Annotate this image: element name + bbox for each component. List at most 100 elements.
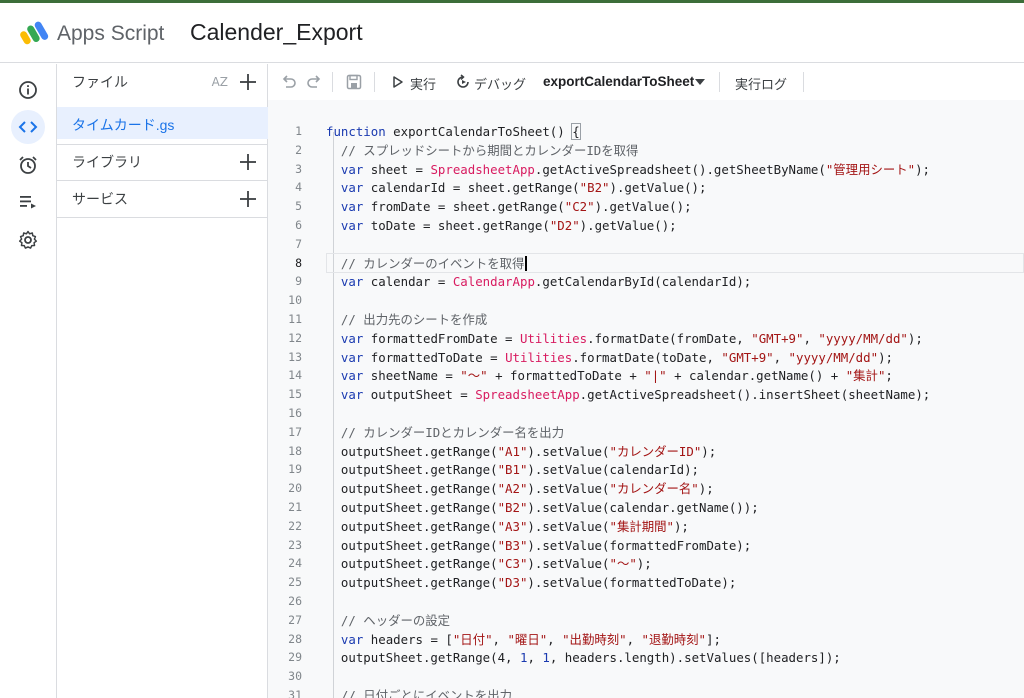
project-title[interactable]: Calender_Export <box>190 19 363 46</box>
code-line[interactable]: 20 outputSheet.getRange("A2").setValue("… <box>268 479 1024 498</box>
file-item-timecard[interactable]: タイムカード.gs <box>57 107 268 139</box>
code-line[interactable]: 11 // 出力先のシートを作成 <box>268 310 1024 329</box>
code-line[interactable]: 27 // ヘッダーの設定 <box>268 611 1024 630</box>
file-sidebar: ファイル AZ タイムカード.gs ライブラリ サービス <box>57 64 268 698</box>
toolbar-separator <box>719 72 720 92</box>
text-caret <box>525 255 527 271</box>
code-line[interactable]: 9 var calendar = CalendarApp.getCalendar… <box>268 272 1024 291</box>
sort-files-button[interactable]: AZ <box>212 75 228 89</box>
code-line[interactable]: 2 // スプレッドシートから期間とカレンダーIDを取得 <box>268 141 1024 160</box>
code-text: // 出力先のシートを作成 <box>340 312 488 327</box>
toolbar-separator <box>332 72 333 92</box>
code-line[interactable]: 18 outputSheet.getRange("A1").setValue("… <box>268 442 1024 461</box>
code-line[interactable]: 7 <box>268 235 1024 254</box>
code-line[interactable]: 22 outputSheet.getRange("A3").setValue("… <box>268 517 1024 536</box>
code-line[interactable]: 8 // カレンダーのイベントを取得 <box>268 254 1024 273</box>
code-line[interactable]: 16 <box>268 404 1024 423</box>
code-text: outputSheet.getRange("B3").setValue(form… <box>326 537 752 553</box>
code-text: outputSheet.getRange("D3").setValue(form… <box>326 575 737 591</box>
code-line[interactable]: 24 outputSheet.getRange("C3").setValue("… <box>268 554 1024 573</box>
add-library-icon[interactable] <box>238 152 258 172</box>
code-line[interactable]: 13 var formattedToDate = Utilities.forma… <box>268 348 1024 367</box>
save-icon[interactable] <box>345 73 363 91</box>
code-editor[interactable]: 1 function exportCalendarToSheet() {2 // … <box>268 100 1024 698</box>
editor-button[interactable] <box>11 110 45 144</box>
services-label: サービス <box>72 191 128 207</box>
code-text: var formattedToDate = Utilities.formatDa… <box>340 349 893 365</box>
code-text: outputSheet.getRange("B1").setValue(cale… <box>326 462 699 478</box>
line-number: 15 <box>288 387 302 402</box>
line-number: 18 <box>288 443 302 458</box>
chevron-down-icon[interactable] <box>695 78 705 86</box>
info-icon <box>19 81 37 99</box>
line-number: 3 <box>295 161 302 176</box>
code-line[interactable]: 28 var headers = ["日付", "曜日", "出勤時刻", "退… <box>268 630 1024 649</box>
app-name[interactable]: Apps Script <box>57 22 164 46</box>
line-number: 17 <box>288 424 302 439</box>
code-line[interactable]: 1 function exportCalendarToSheet() { <box>268 122 1024 141</box>
code-line[interactable]: 14 var sheetName = "〜" + formattedToDate… <box>268 366 1024 385</box>
code-line[interactable]: 26 <box>268 592 1024 611</box>
line-number: 25 <box>288 575 302 590</box>
code-text: var fromDate = sheet.getRange("C2").getV… <box>340 199 692 215</box>
undo-icon[interactable] <box>280 73 298 91</box>
line-number: 20 <box>288 481 302 496</box>
line-number: 8 <box>295 255 302 270</box>
code-line[interactable]: 21 outputSheet.getRange("B2").setValue(c… <box>268 498 1024 517</box>
line-number: 12 <box>288 330 302 345</box>
code-line[interactable]: 19 outputSheet.getRange("B1").setValue(c… <box>268 460 1024 479</box>
line-number: 21 <box>288 500 302 514</box>
function-selector[interactable]: exportCalendarToSheet <box>543 74 694 89</box>
files-label: ファイル <box>72 74 128 90</box>
code-text: outputSheet.getRange("C3").setValue("〜")… <box>326 556 652 572</box>
add-file-icon[interactable] <box>238 72 258 92</box>
run-button[interactable]: 実行 <box>410 74 436 93</box>
debug-button[interactable]: デバッグ <box>474 74 526 93</box>
redo-icon[interactable] <box>305 73 323 91</box>
code-line[interactable]: 25 outputSheet.getRange("D3").setValue(f… <box>268 573 1024 592</box>
add-service-icon[interactable] <box>238 189 258 209</box>
code-line[interactable]: 12 var formattedFromDate = Utilities.for… <box>268 329 1024 348</box>
code-text: // ヘッダーの設定 <box>340 612 451 628</box>
code-line[interactable]: 3 var sheet = SpreadsheetApp.getActiveSp… <box>268 160 1024 179</box>
code-line[interactable]: 10 <box>268 291 1024 310</box>
code-text: // カレンダーのイベントを取得 <box>340 255 525 271</box>
code-line[interactable]: 31 // 日付ごとにイベントを出力 <box>268 686 1024 698</box>
executions-button[interactable] <box>11 185 45 219</box>
run-list-icon <box>20 196 36 209</box>
line-number: 6 <box>295 218 302 232</box>
line-number: 2 <box>295 142 302 157</box>
divider <box>57 217 268 218</box>
code-line[interactable]: 23 outputSheet.getRange("B3").setValue(f… <box>268 536 1024 555</box>
play-icon[interactable] <box>392 73 404 91</box>
overview-button[interactable] <box>11 73 45 107</box>
line-number: 30 <box>288 669 302 684</box>
code-line[interactable]: 17 // カレンダーIDとカレンダー名を出力 <box>268 423 1024 442</box>
code-text: var calendar = CalendarApp.getCalendarBy… <box>340 274 752 290</box>
debug-icon[interactable] <box>454 73 472 91</box>
code-text: outputSheet.getRange("A3").setValue("集計期… <box>326 518 689 534</box>
execution-log-button[interactable]: 実行ログ <box>735 74 787 93</box>
code-line[interactable]: 4 var calendarId = sheet.getRange("B2").… <box>268 178 1024 197</box>
apps-script-logo-icon[interactable] <box>20 19 52 47</box>
code-text: outputSheet.getRange("B2").setValue(cale… <box>326 500 759 515</box>
code-text: var outputSheet = SpreadsheetApp.getActi… <box>340 387 931 403</box>
toolbar-separator <box>803 72 804 92</box>
settings-button[interactable] <box>11 223 45 257</box>
code-text: outputSheet.getRange(4, 1, 1, headers.le… <box>326 650 841 666</box>
line-number: 28 <box>288 631 302 646</box>
code-line[interactable]: 29 outputSheet.getRange(4, 1, 1, headers… <box>268 648 1024 667</box>
toolbar-separator <box>374 72 375 92</box>
code-text: // スプレッドシートから期間とカレンダーIDを取得 <box>340 142 639 158</box>
code-line[interactable]: 15 var outputSheet = SpreadsheetApp.getA… <box>268 385 1024 404</box>
code-line[interactable]: 6 var toDate = sheet.getRange("D2").getV… <box>268 216 1024 235</box>
triggers-button[interactable] <box>11 148 45 182</box>
libraries-section: ライブラリ <box>57 144 268 180</box>
code-text: var calendarId = sheet.getRange("B2").ge… <box>340 180 707 196</box>
line-number: 13 <box>288 349 302 364</box>
line-number: 26 <box>288 594 302 608</box>
code-line[interactable]: 5 var fromDate = sheet.getRange("C2").ge… <box>268 197 1024 216</box>
line-number: 10 <box>288 293 302 308</box>
code-text: var headers = ["日付", "曜日", "出勤時刻", "退勤時刻… <box>340 631 721 647</box>
code-line[interactable]: 30 <box>268 667 1024 686</box>
